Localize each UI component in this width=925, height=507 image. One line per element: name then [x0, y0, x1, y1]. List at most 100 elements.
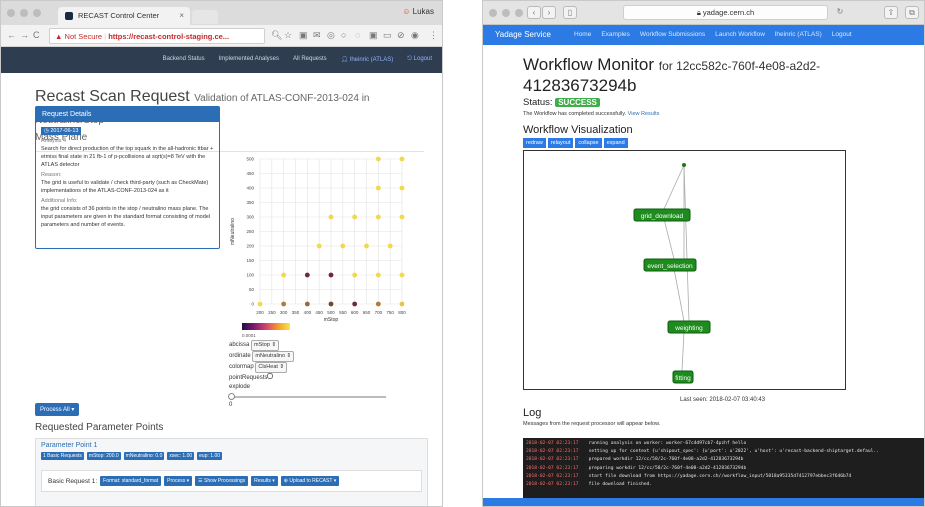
- nav-backend-status[interactable]: Backend Status: [163, 56, 205, 63]
- close-tab-icon[interactable]: ×: [179, 11, 184, 20]
- log-line: 2018-02-07 02:23:17 file download finishe…: [526, 481, 923, 489]
- format-button[interactable]: Format: standard_format: [100, 476, 162, 486]
- upload-button-label: Upload to RECAST ▾: [289, 478, 337, 484]
- sidebar-icon[interactable]: ▯: [563, 6, 577, 19]
- close-window-icon[interactable]: [489, 9, 497, 17]
- y-tick-label: 0: [251, 302, 254, 307]
- nav-user[interactable]: lheinric (ATLAS): [775, 31, 822, 38]
- profile-button[interactable]: ☺ Lukas: [402, 7, 434, 16]
- nav-home[interactable]: Home: [574, 31, 591, 38]
- nav-logout[interactable]: Logout: [832, 31, 852, 38]
- minimize-window-icon[interactable]: [502, 9, 510, 17]
- show-processings-button[interactable]: ☰ Show Processings: [195, 476, 249, 486]
- abcissa-select[interactable]: mStop ⇕: [251, 340, 280, 351]
- nav-user[interactable]: 👤︎ lheinric (ATLAS): [341, 56, 394, 63]
- y-tick-label: 350: [246, 200, 254, 205]
- warning-icon: ▲: [55, 32, 63, 41]
- window-controls[interactable]: [489, 9, 523, 17]
- camera-icon[interactable]: ◎: [327, 30, 335, 41]
- star-icon[interactable]: ☆: [284, 30, 292, 41]
- data-point: [399, 156, 405, 162]
- slider-handle[interactable]: [228, 393, 235, 400]
- page-title: Workflow Monitor for 12cc582c-760f-4e08-…: [523, 55, 884, 96]
- status-line: Status: SUCCESS: [523, 97, 884, 108]
- maximize-window-icon[interactable]: [33, 9, 41, 17]
- parameter-point-title[interactable]: Parameter Point 1: [36, 439, 427, 452]
- extension-icon[interactable]: ▣: [299, 30, 308, 41]
- window-controls[interactable]: [7, 9, 41, 17]
- shield-icon[interactable]: ◌: [355, 30, 360, 40]
- forward-icon[interactable]: →: [20, 30, 29, 40]
- mail-icon[interactable]: ✉: [313, 30, 321, 41]
- reason-text: The grid is useful to validate / check t…: [41, 180, 209, 194]
- block-icon[interactable]: ○: [341, 30, 346, 40]
- profile-icon: ☺: [402, 7, 411, 16]
- log-line: 2018-02-07 02:23:17 running analysis on w…: [526, 440, 923, 448]
- last-seen: Last seen: 2018-02-07 03:40:43: [680, 397, 766, 403]
- nav-workflow-submissions[interactable]: Workflow Submissions: [640, 31, 705, 38]
- share-icon[interactable]: ⇧: [884, 6, 898, 19]
- log-message: running analysis on worker: worker-67c4d…: [588, 441, 747, 446]
- page-title-main: Workflow Monitor: [523, 55, 654, 74]
- x-tick-label: 600: [351, 310, 359, 315]
- close-window-icon[interactable]: [7, 9, 15, 17]
- maximize-window-icon[interactable]: [515, 9, 523, 17]
- graph-edge: [663, 218, 675, 260]
- y-tick-label: 200: [246, 244, 254, 249]
- colormap-select[interactable]: ClsHeat ⇕: [255, 362, 288, 373]
- address-bar[interactable]: 🔒︎ yadage.cern.ch: [623, 5, 828, 20]
- reload-icon[interactable]: ↻: [833, 6, 847, 19]
- process-button[interactable]: Process ▾: [164, 476, 193, 486]
- forward-icon[interactable]: ›: [542, 6, 556, 19]
- puzzle-icon[interactable]: ▭: [383, 30, 392, 41]
- explode-slider[interactable]: [228, 393, 386, 400]
- minimize-window-icon[interactable]: [20, 9, 28, 17]
- ordinate-label: ordinate: [229, 353, 251, 359]
- reload-icon[interactable]: C: [33, 30, 40, 40]
- relayout-button[interactable]: relayout: [547, 138, 574, 148]
- expand-button[interactable]: expand: [603, 138, 628, 148]
- brand-link[interactable]: Yadage Service: [495, 30, 551, 39]
- data-point: [399, 301, 405, 307]
- node-event-selection-label: event_selection: [647, 263, 693, 270]
- log-message: start file download from https://yadage.…: [588, 473, 852, 479]
- menu-icon[interactable]: ⋮: [429, 30, 438, 41]
- log-console[interactable]: 2018-02-07 02:23:17 running analysis on w…: [523, 438, 924, 498]
- zoom-icon[interactable]: 🔍︎: [271, 30, 282, 41]
- view-results-link[interactable]: View Results: [628, 111, 660, 117]
- visualization-buttons: redraw relayout collapse expand: [523, 138, 884, 148]
- nav-all-requests[interactable]: All Requests: [293, 56, 327, 63]
- upload-button[interactable]: ⊕ Upload to RECAST ▾: [280, 476, 340, 486]
- nav-logout[interactable]: ⎋ Logout: [407, 56, 432, 63]
- data-point: [375, 185, 381, 191]
- basic-request-row: Basic Request 1: Format: standard_format…: [41, 470, 422, 492]
- data-point: [352, 301, 358, 307]
- collapse-button[interactable]: collapse: [575, 138, 602, 148]
- pocket-icon[interactable]: ▣: [369, 30, 378, 41]
- results-button[interactable]: Results ▾: [251, 476, 278, 486]
- process-all-button[interactable]: Process All ▾: [35, 403, 80, 416]
- back-icon[interactable]: ←: [7, 30, 16, 40]
- page-title-main: Recast Scan Request: [35, 88, 190, 105]
- back-icon[interactable]: ‹: [527, 6, 541, 19]
- y-tick-label: 300: [246, 215, 254, 220]
- colormap-label: colormap: [229, 364, 254, 370]
- redraw-button[interactable]: redraw: [523, 138, 546, 148]
- address-bar[interactable]: ▲ Not Secure | https://recast-control-st…: [49, 28, 265, 44]
- nav-launch-workflow[interactable]: Launch Workflow: [715, 31, 765, 38]
- tab-recast[interactable]: RECAST Control Center ×: [58, 7, 190, 25]
- data-point: [364, 243, 369, 249]
- not-secure-label: Not Secure: [64, 32, 103, 41]
- nav-implemented-analyses[interactable]: Implemented Analyses: [219, 56, 279, 63]
- point-requests-checkbox[interactable]: [267, 373, 274, 379]
- new-tab-button[interactable]: [192, 10, 218, 24]
- stop-icon[interactable]: ⊘: [397, 30, 405, 41]
- node-grid-download-label: grid_download: [641, 213, 684, 220]
- ordinate-select[interactable]: mNeutralino ⇕: [252, 351, 295, 362]
- nav-user-label: lheinric (ATLAS): [349, 57, 394, 63]
- tabs-icon[interactable]: ⧉: [905, 6, 919, 19]
- workflow-graph[interactable]: grid_download event_selection weighting …: [523, 150, 846, 390]
- workflow-graph-svg: grid_download event_selection weighting …: [633, 163, 711, 384]
- sync-icon[interactable]: ◉: [411, 30, 419, 41]
- nav-examples[interactable]: Examples: [601, 31, 630, 38]
